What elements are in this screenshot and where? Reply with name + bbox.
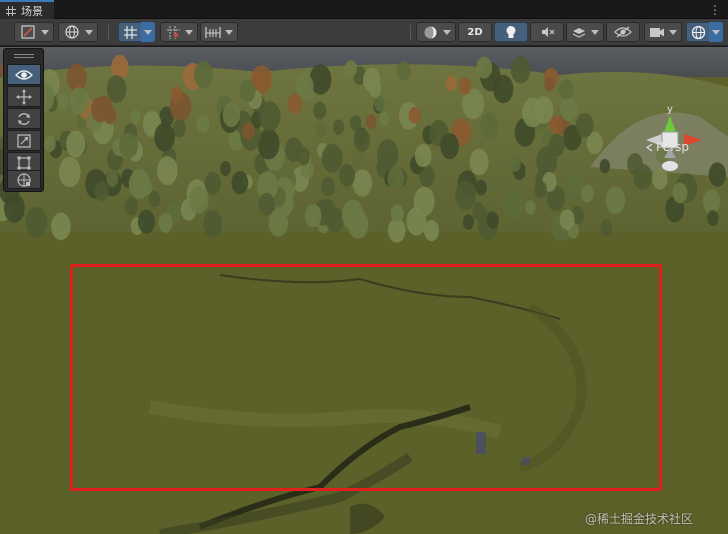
ruler-icon xyxy=(205,26,221,38)
snap-increment-dropdown[interactable] xyxy=(222,22,236,42)
scene-lighting-toggle[interactable] xyxy=(494,22,528,42)
perspective-icon xyxy=(646,143,653,151)
scene-view-options-dropdown[interactable] xyxy=(82,22,96,42)
rotate-tool-button[interactable] xyxy=(7,108,41,129)
tool-palette xyxy=(3,48,44,192)
tab-scene[interactable]: 场景 xyxy=(0,0,54,19)
effects-dropdown[interactable] xyxy=(588,22,602,42)
view-tool-button[interactable] xyxy=(7,64,41,85)
light-icon xyxy=(506,25,516,38)
toolbar-divider xyxy=(108,25,109,40)
globe-icon xyxy=(65,25,79,39)
increment-snap-icon xyxy=(166,25,180,39)
rect-tool-icon xyxy=(17,156,31,169)
gizmo-y-axis[interactable] xyxy=(664,116,676,132)
2d-mode-toggle[interactable]: 2D xyxy=(458,22,492,42)
transform-tool-icon xyxy=(17,172,31,187)
grid-snap-toggle[interactable] xyxy=(118,22,142,42)
draw-mode-dropdown[interactable] xyxy=(38,22,52,42)
draw-mode-icon xyxy=(21,25,35,39)
gizmos-icon xyxy=(691,25,705,39)
move-tool-icon xyxy=(16,88,32,105)
scene-toolbar: 2D xyxy=(0,19,728,46)
gizmo-neg-y-axis[interactable] xyxy=(662,161,678,171)
2d-mode-label: 2D xyxy=(467,26,483,38)
grid-snap-icon xyxy=(123,25,137,39)
increment-snap-dropdown[interactable] xyxy=(182,22,196,42)
palette-drag-handle[interactable] xyxy=(14,54,34,58)
move-tool-button[interactable] xyxy=(7,86,41,107)
scale-tool-button[interactable] xyxy=(7,130,41,151)
shading-mode-dropdown[interactable] xyxy=(440,22,454,42)
grid-snap-dropdown[interactable] xyxy=(141,22,155,42)
toolbar-divider xyxy=(410,25,411,40)
transform-tool-button[interactable] xyxy=(7,170,41,189)
rotate-tool-icon xyxy=(18,112,30,125)
camera-settings-dropdown[interactable] xyxy=(666,22,680,42)
tab-bar: 场景 ⋮ xyxy=(0,0,728,19)
more-options-icon[interactable]: ⋮ xyxy=(709,3,721,17)
scene-visibility-toggle[interactable] xyxy=(606,22,640,42)
gizmos-dropdown[interactable] xyxy=(709,22,723,42)
audio-icon xyxy=(541,27,554,37)
gizmos-toggle[interactable] xyxy=(686,22,710,42)
highlight-frame xyxy=(70,264,662,491)
effects-icon xyxy=(572,28,586,38)
grid-icon xyxy=(6,5,16,16)
visibility-icon xyxy=(614,26,632,38)
projection-toggle[interactable]: Persp xyxy=(646,140,689,154)
watermark-text: @稀土掘金技术社区 xyxy=(585,512,694,526)
gizmo-y-label: y xyxy=(667,104,673,115)
camera-icon xyxy=(650,27,664,37)
audio-toggle[interactable] xyxy=(530,22,564,42)
scale-tool-icon xyxy=(17,133,31,148)
projection-label: Persp xyxy=(656,140,689,154)
view-tool-icon xyxy=(15,69,33,80)
shading-icon xyxy=(424,26,436,38)
tab-scene-label: 场景 xyxy=(21,4,43,18)
